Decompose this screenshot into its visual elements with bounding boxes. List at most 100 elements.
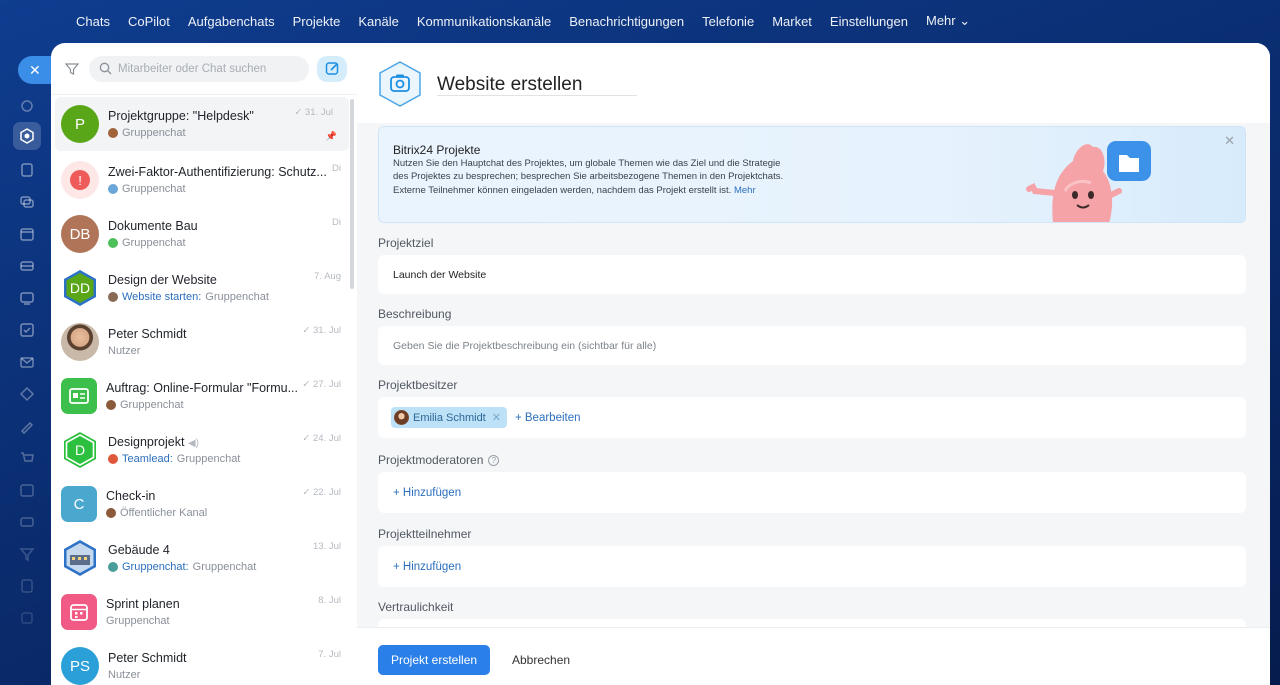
chat-date: ✓ 31. Jul bbox=[294, 107, 333, 118]
owner-label: Projektbesitzer bbox=[378, 378, 458, 392]
sites-icon[interactable] bbox=[15, 286, 39, 310]
user-avatar-icon bbox=[106, 508, 116, 518]
booking-icon[interactable] bbox=[15, 478, 39, 502]
tasks-icon[interactable] bbox=[15, 158, 39, 182]
chat-title: Design der Website bbox=[108, 273, 217, 287]
chat-item-dokumente-bau[interactable]: DB Dokumente Bau Gruppenchat Di bbox=[51, 207, 357, 261]
automation-icon[interactable] bbox=[15, 382, 39, 406]
panel-footer: Projekt erstellen Abbrechen bbox=[357, 627, 1270, 685]
chat-item-gebaeude-4[interactable]: Gebäude 4 Gruppenchat: Gruppenchat 13. Ju… bbox=[51, 531, 357, 585]
user-avatar-icon bbox=[108, 128, 118, 138]
chat-list-scrollbar[interactable] bbox=[350, 99, 354, 289]
copilot-icon[interactable] bbox=[15, 94, 39, 118]
owner-field: Emilia Schmidt ✕ + Bearbeiten bbox=[378, 397, 1246, 438]
close-slider-button[interactable]: ✕ bbox=[18, 56, 54, 84]
chat-title: Peter Schmidt bbox=[108, 327, 187, 341]
chat-title: Gebäude 4 bbox=[108, 543, 170, 557]
members-add-link[interactable]: + Hinzufügen bbox=[393, 561, 461, 573]
chat-date: 7. Aug bbox=[314, 271, 341, 282]
banner-more-link[interactable]: Mehr bbox=[734, 185, 756, 196]
mascot-illustration bbox=[1026, 141, 1151, 222]
crm-icon[interactable] bbox=[15, 254, 39, 278]
new-chat-button[interactable] bbox=[317, 55, 347, 82]
nav-chats[interactable]: Chats bbox=[76, 14, 110, 29]
checklist-icon[interactable] bbox=[15, 318, 39, 342]
goal-input[interactable] bbox=[393, 268, 993, 281]
banner-title: Bitrix24 Projekte bbox=[393, 143, 481, 157]
funnel-icon[interactable] bbox=[15, 542, 39, 566]
search-input[interactable] bbox=[118, 62, 298, 75]
privacy-label: Vertraulichkeit bbox=[378, 600, 454, 614]
nav-more[interactable]: Mehr ⌄ bbox=[926, 13, 970, 29]
nav-telephony[interactable]: Telefonie bbox=[702, 14, 754, 29]
owner-chip[interactable]: Emilia Schmidt ✕ bbox=[391, 407, 507, 428]
mail-icon[interactable] bbox=[15, 350, 39, 374]
user-avatar-icon bbox=[106, 400, 116, 410]
chat-item-designprojekt[interactable]: D Designprojekt ◀︎) Teamlead: Gruppenchat… bbox=[51, 423, 357, 477]
storage-icon[interactable] bbox=[15, 574, 39, 598]
chat-date: Di bbox=[332, 163, 341, 174]
chat-item-peter-schmidt-2[interactable]: PS Peter Schmidt Nutzer 7. Jul bbox=[51, 639, 357, 685]
nav-channels[interactable]: Kanäle bbox=[358, 14, 398, 29]
nav-communication-channels[interactable]: Kommunikationskanäle bbox=[417, 14, 551, 29]
avatar: PS bbox=[61, 647, 99, 685]
nav-projects[interactable]: Projekte bbox=[293, 14, 341, 29]
sign-icon[interactable] bbox=[15, 414, 39, 438]
goal-field[interactable] bbox=[378, 255, 1246, 294]
goal-label: Projektziel bbox=[378, 236, 434, 250]
chat-item-2fa[interactable]: ! Zwei-Faktor-Authentifizierung: Schutz.… bbox=[51, 153, 357, 207]
channels-icon[interactable] bbox=[15, 190, 39, 214]
camera-icon[interactable] bbox=[377, 60, 423, 108]
panel-header: Website erstellen bbox=[357, 43, 1270, 123]
chat-item-design-website[interactable]: DD Design der Website Website starten: Gr… bbox=[51, 261, 357, 315]
projects-icon[interactable] bbox=[13, 122, 41, 150]
apps-icon[interactable] bbox=[15, 606, 39, 630]
description-field[interactable] bbox=[378, 326, 1246, 365]
chat-date: ✓ 27. Jul bbox=[302, 379, 341, 390]
banner-close-icon[interactable]: ✕ bbox=[1224, 133, 1235, 149]
description-label: Beschreibung bbox=[378, 307, 452, 321]
chat-title: Auftrag: Online-Formular "Formu... bbox=[106, 381, 298, 395]
chat-item-check-in[interactable]: C Check-in Öffentlicher Kanal ✓ 22. Jul bbox=[51, 477, 357, 531]
mute-icon: ◀︎) bbox=[187, 438, 199, 449]
owner-edit-link[interactable]: + Bearbeiten bbox=[515, 412, 581, 424]
avatar: C bbox=[61, 486, 97, 522]
remove-chip-icon[interactable]: ✕ bbox=[492, 411, 501, 424]
chat-title: Peter Schmidt bbox=[108, 651, 187, 665]
avatar: ! bbox=[61, 161, 99, 199]
chat-date: 7. Jul bbox=[318, 649, 341, 660]
nav-market[interactable]: Market bbox=[772, 14, 812, 29]
lock-icon bbox=[108, 454, 118, 464]
members-label: Projektteilnehmer bbox=[378, 527, 472, 541]
chat-item-helpdesk[interactable]: P Projektgruppe: "Helpdesk" Gruppenchat … bbox=[55, 97, 349, 151]
contact-center-icon[interactable] bbox=[15, 510, 39, 534]
chat-item-sprint-planen[interactable]: Sprint planen Gruppenchat 8. Jul bbox=[51, 585, 357, 639]
calendar-avatar bbox=[61, 594, 97, 630]
chat-item-peter-schmidt[interactable]: Peter Schmidt Nutzer ✓ 31. Jul bbox=[51, 315, 357, 369]
help-icon[interactable]: ? bbox=[488, 454, 500, 466]
shop-cart-icon[interactable] bbox=[15, 446, 39, 470]
nav-task-chats[interactable]: Aufgabenchats bbox=[188, 14, 275, 29]
chat-title: Check-in bbox=[106, 489, 156, 503]
description-input[interactable] bbox=[393, 339, 993, 352]
chat-subtitle: Gruppenchat bbox=[192, 561, 257, 573]
form-avatar bbox=[61, 378, 97, 414]
cancel-button[interactable]: Abbrechen bbox=[502, 645, 580, 675]
chat-date: 8. Jul bbox=[318, 595, 341, 606]
chat-date: Di bbox=[332, 217, 341, 228]
moderators-add-link[interactable]: + Hinzufügen bbox=[393, 487, 461, 499]
page-title[interactable]: Website erstellen bbox=[437, 74, 582, 96]
nav-copilot[interactable]: CoPilot bbox=[128, 14, 170, 29]
create-project-button[interactable]: Projekt erstellen bbox=[378, 645, 491, 675]
avatar bbox=[61, 323, 99, 361]
search-box[interactable] bbox=[89, 55, 309, 82]
chat-date: ✓ 22. Jul bbox=[302, 487, 341, 498]
filter-icon[interactable] bbox=[63, 60, 81, 78]
banner-text: Nutzen Sie den Hauptchat des Projektes, … bbox=[393, 158, 784, 196]
nav-settings[interactable]: Einstellungen bbox=[830, 14, 908, 29]
owner-chip-name: Emilia Schmidt bbox=[413, 411, 486, 424]
nav-notifications[interactable]: Benachrichtigungen bbox=[569, 14, 684, 29]
chat-item-online-formular[interactable]: Auftrag: Online-Formular "Formu... Grupp… bbox=[51, 369, 357, 423]
chat-subtitle-highlight: Gruppenchat: bbox=[122, 561, 189, 573]
calendar-icon[interactable] bbox=[15, 222, 39, 246]
